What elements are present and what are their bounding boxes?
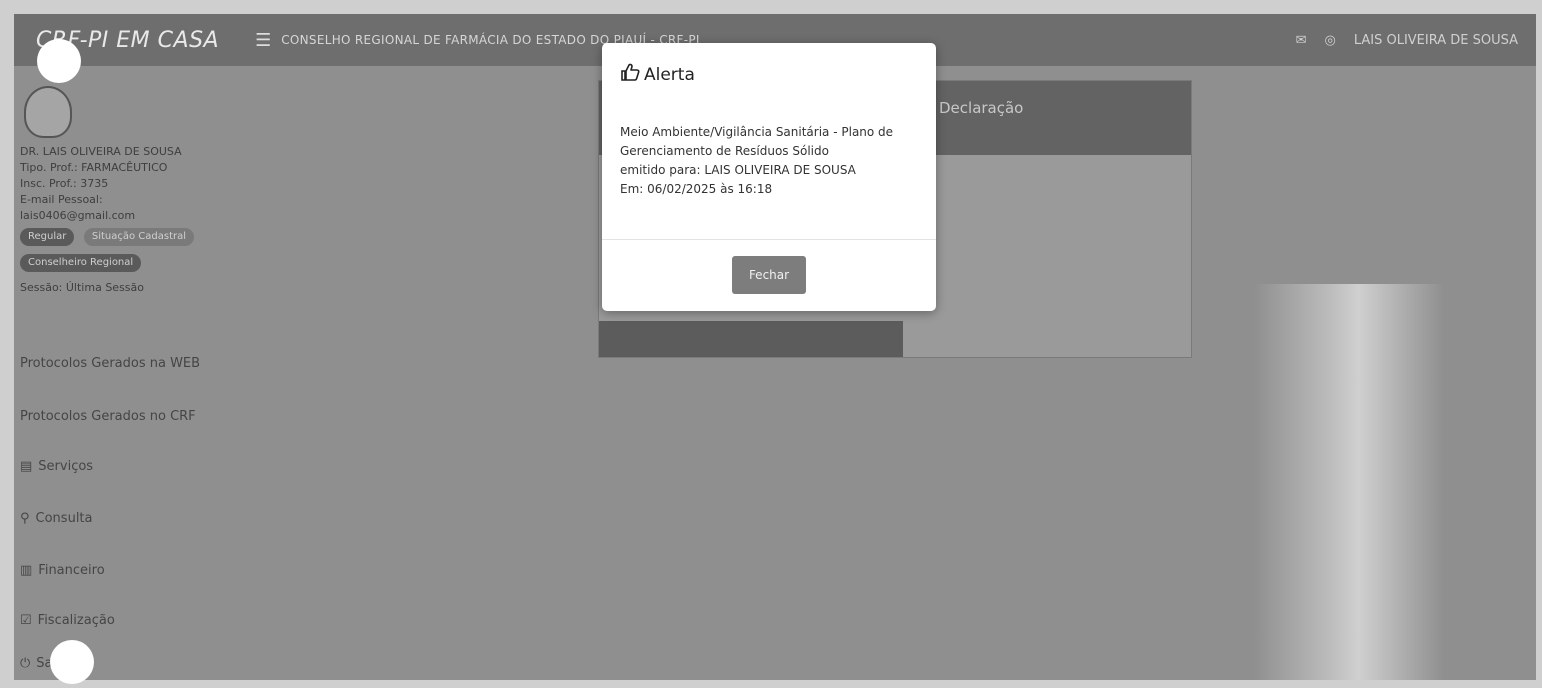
punch-hole-bottom — [50, 640, 94, 684]
mail-icon[interactable]: ✉ — [1296, 33, 1307, 48]
alert-modal: Alerta Meio Ambiente/Vigilância Sanitári… — [602, 43, 936, 311]
background-card-button — [599, 321, 903, 357]
search-icon: ⚲ — [20, 511, 30, 526]
modal-line: Em: 06/02/2025 às 16:18 — [620, 182, 773, 196]
modal-title-text: Alerta — [644, 64, 695, 85]
modal-body: Meio Ambiente/Vigilância Sanitária - Pla… — [620, 123, 926, 199]
profile-info: DR. LAIS OLIVEIRA DE SOUSA Tipo. Prof.: … — [20, 144, 240, 296]
status-badge-secondary: Situação Cadastral — [83, 228, 195, 246]
scan-glare — [1254, 284, 1444, 680]
modal-line: emitido para: LAIS OLIVEIRA DE SOUSA — [620, 163, 856, 177]
email-label: E-mail Pessoal: — [20, 193, 103, 206]
thumbs-up-icon — [620, 63, 640, 86]
nav-label: Protocolos Gerados no CRF — [20, 409, 196, 424]
profile-insc: Insc. Prof.: 3735 — [20, 177, 109, 190]
modal-divider — [602, 239, 936, 240]
punch-hole-top — [37, 39, 81, 83]
nav-item-crf-protocols[interactable]: Protocolos Gerados no CRF — [20, 409, 240, 424]
nav-item-inspection[interactable]: ☑ Fiscalização — [20, 613, 240, 628]
nav-item-financial[interactable]: ▥ Financeiro — [20, 563, 240, 578]
email-value: lais0406@gmail.com — [20, 209, 136, 222]
user-icon[interactable]: ◎ — [1324, 33, 1335, 48]
checkbox-icon: ☑ — [20, 613, 32, 628]
nav-label: Serviços — [38, 459, 94, 474]
status-badge: Regular — [20, 228, 75, 246]
avatar — [24, 86, 72, 138]
user-name[interactable]: LAIS OLIVEIRA DE SOUSA — [1354, 33, 1518, 48]
nav-label: Financeiro — [38, 563, 105, 578]
nav-label: Consulta — [35, 511, 93, 526]
profile-name: DR. LAIS OLIVEIRA DE SOUSA — [20, 145, 182, 158]
modal-title: Alerta — [620, 63, 695, 86]
financial-icon: ▥ — [20, 563, 33, 578]
top-right-area: ✉ ◎ LAIS OLIVEIRA DE SOUSA — [1296, 33, 1518, 48]
nav-label: Fiscalização — [37, 613, 115, 628]
modal-line: Meio Ambiente/Vigilância Sanitária - Pla… — [620, 125, 894, 139]
nav-item-web-protocols[interactable]: Protocolos Gerados na WEB — [20, 356, 240, 371]
session-text: Sessão: Última Sessão — [20, 281, 144, 294]
nav-label: Protocolos Gerados na WEB — [20, 356, 201, 371]
services-icon: ▤ — [20, 459, 33, 474]
menu-icon[interactable]: ☰ — [255, 30, 271, 51]
sidebar: DR. LAIS OLIVEIRA DE SOUSA Tipo. Prof.: … — [14, 66, 244, 680]
nav-item-services[interactable]: ▤ Serviços — [20, 459, 240, 474]
power-icon: ⏻ — [20, 656, 31, 671]
profile-type: Tipo. Prof.: FARMACÊUTICO — [20, 161, 168, 174]
close-button[interactable]: Fechar — [732, 256, 806, 294]
modal-line: Gerenciamento de Resíduos Sólido — [620, 144, 829, 158]
role-badge: Conselheiro Regional — [20, 254, 142, 272]
nav-item-consult[interactable]: ⚲ Consulta — [20, 511, 240, 526]
